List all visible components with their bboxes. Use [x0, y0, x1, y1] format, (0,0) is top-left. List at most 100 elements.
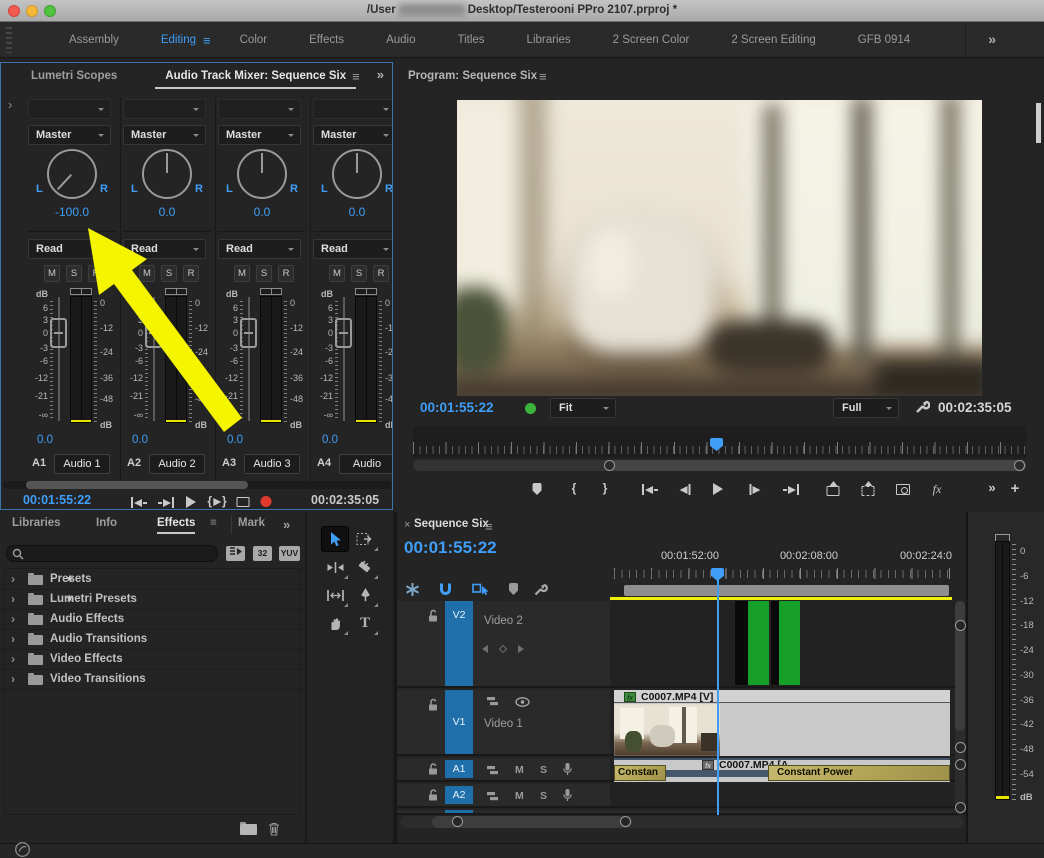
- workspace-tab-gfb0914[interactable]: GFB 0914: [837, 34, 931, 46]
- source-patch-a3[interactable]: [445, 810, 473, 813]
- tab-info[interactable]: Info: [96, 517, 117, 529]
- volume-value[interactable]: 0.0: [37, 434, 53, 446]
- add-marker-button[interactable]: [532, 483, 542, 495]
- lock-icon[interactable]: [428, 763, 439, 779]
- workspace-overflow-icon[interactable]: »: [988, 31, 996, 47]
- effects-bin-audio-effects[interactable]: › Audio Effects: [0, 610, 305, 630]
- settings-wrench-icon[interactable]: [914, 399, 931, 418]
- zoom-fit-select[interactable]: Fit: [550, 398, 616, 418]
- snap-magnet-icon[interactable]: [438, 582, 453, 600]
- extract-button[interactable]: [861, 481, 875, 496]
- scrollbar-handle-right[interactable]: [1014, 460, 1025, 471]
- pan-knob[interactable]: [332, 149, 382, 199]
- sync-status-icon[interactable]: [14, 841, 31, 858]
- pan-value[interactable]: 0.0: [216, 205, 308, 219]
- chevron-right-icon[interactable]: ›: [11, 672, 15, 686]
- track-name-field[interactable]: Audio: [339, 454, 392, 474]
- razor-tool[interactable]: [352, 555, 378, 579]
- timeline-vertical-scrollbar[interactable]: [955, 601, 965, 815]
- track-name-field[interactable]: Audio 3: [244, 454, 300, 474]
- timeline-horizontal-scrollbar[interactable]: [400, 816, 963, 828]
- timeline-clip[interactable]: [779, 601, 800, 685]
- ripple-edit-tool[interactable]: [322, 555, 348, 579]
- transition-constant-power-right[interactable]: Constant Power: [768, 765, 950, 781]
- workspace-menu-icon[interactable]: ≡: [203, 33, 211, 48]
- solo-button[interactable]: S: [66, 265, 82, 282]
- accelerated-effects-filter-icon[interactable]: [226, 546, 245, 561]
- chevron-right-icon[interactable]: ›: [11, 652, 15, 666]
- chevron-right-icon[interactable]: ›: [11, 572, 15, 586]
- automation-mode-select[interactable]: Read: [28, 239, 111, 259]
- step-back-button[interactable]: [679, 484, 691, 495]
- workspace-tab-color[interactable]: Color: [219, 34, 288, 46]
- effects-bin-video-effects[interactable]: › Video Effects: [0, 650, 305, 670]
- input-select[interactable]: [123, 99, 206, 119]
- track-v2-content[interactable]: [610, 601, 1000, 686]
- automation-mode-select[interactable]: Read: [313, 239, 392, 259]
- panel-overflow-icon[interactable]: »: [377, 67, 384, 82]
- solo-button[interactable]: S: [540, 790, 547, 802]
- lock-icon[interactable]: [428, 609, 439, 626]
- track-v1-name[interactable]: Video 1: [484, 718, 523, 730]
- pen-tool[interactable]: [352, 583, 378, 607]
- export-icon[interactable]: [236, 497, 250, 507]
- go-to-out-button[interactable]: [783, 484, 799, 495]
- program-zoom-scrollbar[interactable]: [413, 460, 1026, 471]
- export-frame-button[interactable]: [896, 484, 910, 495]
- volume-fader[interactable]: [145, 318, 162, 348]
- sync-lock-icon[interactable]: [486, 765, 499, 779]
- record-arm-button[interactable]: R: [88, 265, 104, 282]
- tab-audio-track-mixer[interactable]: Audio Track Mixer: Sequence Six: [155, 63, 357, 89]
- keyframe-nav[interactable]: [482, 644, 524, 654]
- tab-markers[interactable]: Mark: [238, 517, 265, 529]
- play-button[interactable]: [713, 483, 723, 495]
- output-select[interactable]: Master: [123, 125, 206, 145]
- mute-button[interactable]: M: [44, 265, 60, 282]
- scrollbar-zoom-handle[interactable]: [620, 816, 631, 827]
- tab-libraries[interactable]: Libraries: [12, 517, 61, 529]
- scrollbar-zoom-handle[interactable]: [955, 620, 966, 631]
- go-to-in-button[interactable]: [131, 497, 147, 508]
- automation-mode-select[interactable]: Read: [218, 239, 301, 259]
- master-level-meter[interactable]: [995, 541, 1010, 800]
- lock-icon[interactable]: [428, 789, 439, 805]
- pan-knob[interactable]: [237, 149, 287, 199]
- tab-lumetri-scopes[interactable]: Lumetri Scopes: [21, 63, 127, 89]
- track-select-forward-tool[interactable]: [352, 527, 378, 551]
- track-v2-name[interactable]: Video 2: [484, 615, 523, 627]
- transport-overflow-icon[interactable]: »: [988, 480, 995, 495]
- effects-bin-audio-transitions[interactable]: › Audio Transitions: [0, 630, 305, 650]
- solo-button[interactable]: S: [161, 265, 177, 282]
- mark-in-button[interactable]: {: [572, 482, 577, 494]
- volume-value[interactable]: 0.0: [132, 434, 148, 446]
- playback-resolution-select[interactable]: Full: [833, 398, 899, 418]
- mixer-expand-icon[interactable]: ›: [8, 97, 12, 112]
- track-a2-content[interactable]: [610, 784, 1000, 806]
- timeline-clip[interactable]: [735, 601, 748, 685]
- mute-button[interactable]: M: [515, 764, 524, 776]
- play-button[interactable]: [186, 496, 196, 508]
- source-patch-a1[interactable]: A1: [445, 760, 473, 778]
- lift-button[interactable]: [826, 481, 840, 496]
- track-name-field[interactable]: Audio 2: [149, 454, 205, 474]
- type-tool[interactable]: T: [352, 611, 378, 635]
- video-clip-c0007[interactable]: fx C0007.MP4 [V]: [614, 690, 950, 756]
- work-area-bar[interactable]: [624, 585, 949, 596]
- sync-lock-icon[interactable]: [486, 696, 499, 710]
- volume-fader[interactable]: [335, 318, 352, 348]
- volume-value[interactable]: 0.0: [322, 434, 338, 446]
- chevron-right-icon[interactable]: ›: [11, 632, 15, 646]
- panel-menu-icon[interactable]: ≡: [352, 69, 360, 84]
- timeline-current-timecode[interactable]: 00:01:55:22: [404, 538, 497, 558]
- source-patch-v1[interactable]: V1: [445, 690, 473, 754]
- play-in-to-out-button[interactable]: {}: [207, 495, 226, 507]
- sync-lock-icon[interactable]: [486, 791, 499, 805]
- pan-value[interactable]: -100.0: [26, 205, 118, 219]
- effects-bin-presets[interactable]: › ★ Presets: [0, 570, 305, 590]
- workspace-tab-2screen-color[interactable]: 2 Screen Color: [592, 34, 711, 46]
- linked-selection-icon[interactable]: [472, 582, 489, 600]
- 32bit-filter-icon[interactable]: 32: [253, 546, 272, 561]
- workspace-tab-2screen-editing[interactable]: 2 Screen Editing: [710, 34, 836, 46]
- pan-knob[interactable]: [142, 149, 192, 199]
- chevron-right-icon[interactable]: ›: [11, 592, 15, 606]
